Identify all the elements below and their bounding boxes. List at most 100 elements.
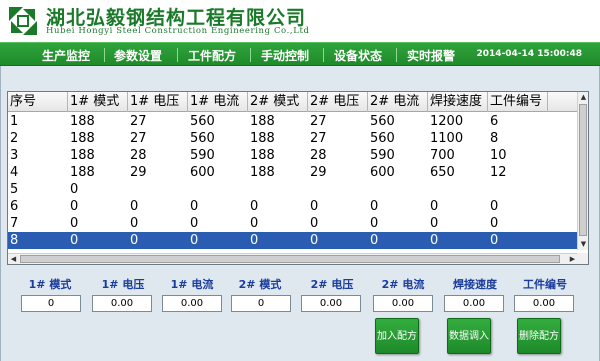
nav-item-realtime-alarm[interactable]: 实时报警 xyxy=(407,47,455,64)
table-cell-workpiece-no: 10 xyxy=(490,148,507,163)
vertical-scrollbar[interactable]: ▲ ▼ xyxy=(577,92,588,250)
table-cell-1-voltage: 28 xyxy=(130,148,147,163)
nav-item-workpiece-recipe[interactable]: 工件配方 xyxy=(188,47,236,64)
recipe-panel: 序号 1# 模式 1# 电压 1# 电流 2# 模式 2# 电压 2# 电流 焊… xyxy=(0,66,600,361)
table-cell-workpiece-no: 0 xyxy=(490,199,499,214)
column-header-2-current[interactable]: 2# 电流 xyxy=(368,92,428,112)
table-cell-1-current: 0 xyxy=(190,216,199,231)
param-label-2-mode: 2# 模式 xyxy=(238,278,282,291)
param-label-1-mode: 1# 模式 xyxy=(28,278,72,291)
table-cell-weld-speed xyxy=(428,181,488,198)
nav-item-production-monitor[interactable]: 生产监控 xyxy=(42,47,90,64)
table-cell-workpiece-no: 0 xyxy=(490,216,499,231)
load-data-button[interactable]: 数据调入 xyxy=(447,318,491,354)
table-row[interactable]: 3 188 28 590 188 28 590 700 10 xyxy=(8,147,578,164)
table-cell-2-current: 0 xyxy=(370,233,379,248)
table-cell-weld-speed: 0 xyxy=(430,199,439,214)
table-cell-2-mode: 0 xyxy=(250,233,259,248)
scroll-corner xyxy=(577,253,588,264)
table-cell-2-voltage: 27 xyxy=(310,131,327,146)
nav-separator xyxy=(177,48,178,62)
table-cell-2-voltage: 0 xyxy=(310,216,319,231)
table-cell-1-mode: 0 xyxy=(70,182,79,197)
table-cell-1-mode: 188 xyxy=(70,114,95,129)
table-row[interactable]: 8 0 0 0 0 0 0 0 0 xyxy=(8,232,578,249)
param-input-1-mode[interactable] xyxy=(21,295,81,312)
table-cell-1-mode: 0 xyxy=(70,199,79,214)
table-cell-2-mode: 188 xyxy=(250,131,275,146)
table-cell-1-current: 560 xyxy=(190,131,215,146)
table-cell-1-current: 0 xyxy=(190,199,199,214)
column-header-weld-speed[interactable]: 焊接速度 xyxy=(428,92,488,112)
table-cell-2-current xyxy=(368,181,428,198)
delete-recipe-button[interactable]: 删除配方 xyxy=(517,318,561,354)
table-cell-1-voltage: 27 xyxy=(130,114,147,129)
param-label-1-current: 1# 电流 xyxy=(170,278,214,291)
horizontal-scrollbar[interactable]: ◀ ▶ xyxy=(8,253,578,264)
company-logo-icon xyxy=(7,5,39,37)
table-cell-2-current: 600 xyxy=(370,165,395,180)
table-cell-1-current: 0 xyxy=(190,233,199,248)
column-header-workpiece-no[interactable]: 工件编号 xyxy=(488,92,548,112)
company-name-en: Hubei Hongyi Steel Construction Engineer… xyxy=(46,26,310,36)
table-cell-1-mode: 0 xyxy=(70,216,79,231)
table-cell-index: 8 xyxy=(10,233,19,248)
table-cell-index: 6 xyxy=(10,199,19,214)
column-header-1-voltage[interactable]: 1# 电压 xyxy=(128,92,188,112)
table-cell-1-mode: 188 xyxy=(70,148,95,163)
table-row[interactable]: 1 188 27 560 188 27 560 1200 6 xyxy=(8,113,578,130)
vertical-scroll-thumb[interactable] xyxy=(579,104,587,236)
table-row[interactable]: 7 0 0 0 0 0 0 0 0 xyxy=(8,215,578,232)
param-input-2-current[interactable] xyxy=(373,295,433,312)
table-cell-weld-speed: 0 xyxy=(430,233,439,248)
nav-separator xyxy=(396,48,397,62)
table-cell-2-voltage: 29 xyxy=(310,165,327,180)
param-input-2-mode[interactable] xyxy=(231,295,291,312)
table-cell-weld-speed: 1100 xyxy=(430,131,464,146)
param-label-workpiece-no: 工件编号 xyxy=(523,278,567,291)
table-row[interactable]: 50 xyxy=(8,181,578,198)
table-cell-2-mode xyxy=(248,181,308,198)
table-cell-2-current: 0 xyxy=(370,199,379,214)
scroll-down-icon[interactable]: ▼ xyxy=(578,239,588,250)
scroll-left-icon[interactable]: ◀ xyxy=(8,254,19,264)
scroll-up-icon[interactable]: ▲ xyxy=(578,92,588,103)
column-header-2-voltage[interactable]: 2# 电压 xyxy=(308,92,368,112)
table-cell-2-mode: 188 xyxy=(250,148,275,163)
table-cell-1-mode: 188 xyxy=(70,131,95,146)
param-input-workpiece-no[interactable] xyxy=(514,295,574,312)
param-input-weld-speed[interactable] xyxy=(444,295,504,312)
table-cell-2-mode: 0 xyxy=(250,216,259,231)
recipe-table[interactable]: 序号 1# 模式 1# 电压 1# 电流 2# 模式 2# 电压 2# 电流 焊… xyxy=(7,91,589,265)
table-row[interactable]: 2 188 27 560 188 27 560 1100 8 xyxy=(8,130,578,147)
nav-separator xyxy=(323,48,324,62)
table-row[interactable]: 4 188 29 600 188 29 600 650 12 xyxy=(8,164,578,181)
column-header-1-mode[interactable]: 1# 模式 xyxy=(68,92,128,112)
table-cell-2-voltage: 28 xyxy=(310,148,327,163)
table-cell-weld-speed: 650 xyxy=(430,165,455,180)
table-cell-2-current: 560 xyxy=(370,114,395,129)
table-cell-weld-speed: 0 xyxy=(430,216,439,231)
param-label-2-current: 2# 电流 xyxy=(381,278,425,291)
nav-item-manual-control[interactable]: 手动控制 xyxy=(261,47,309,64)
add-recipe-button[interactable]: 加入配方 xyxy=(375,318,419,354)
table-cell-2-mode: 188 xyxy=(250,165,275,180)
table-row[interactable]: 6 0 0 0 0 0 0 0 0 xyxy=(8,198,578,215)
column-header-1-current[interactable]: 1# 电流 xyxy=(188,92,248,112)
column-header-2-mode[interactable]: 2# 模式 xyxy=(248,92,308,112)
column-header-index[interactable]: 序号 xyxy=(8,92,68,112)
table-cell-1-mode: 0 xyxy=(70,233,79,248)
horizontal-scroll-thumb[interactable] xyxy=(20,255,560,263)
table-cell-2-current: 590 xyxy=(370,148,395,163)
nav-item-device-status[interactable]: 设备状态 xyxy=(334,47,382,64)
table-cell-workpiece-no: 6 xyxy=(490,114,499,129)
table-cell-1-current: 600 xyxy=(190,165,215,180)
table-cell-index: 3 xyxy=(10,148,19,163)
table-cell-index: 4 xyxy=(10,165,19,180)
param-input-2-voltage[interactable] xyxy=(301,295,361,312)
current-datetime: 2014-04-14 15:00:48 xyxy=(476,49,582,59)
param-input-1-voltage[interactable] xyxy=(92,295,152,312)
param-input-1-current[interactable] xyxy=(162,295,222,312)
table-cell-1-current: 560 xyxy=(190,114,215,129)
nav-item-parameter-settings[interactable]: 参数设置 xyxy=(114,47,162,64)
